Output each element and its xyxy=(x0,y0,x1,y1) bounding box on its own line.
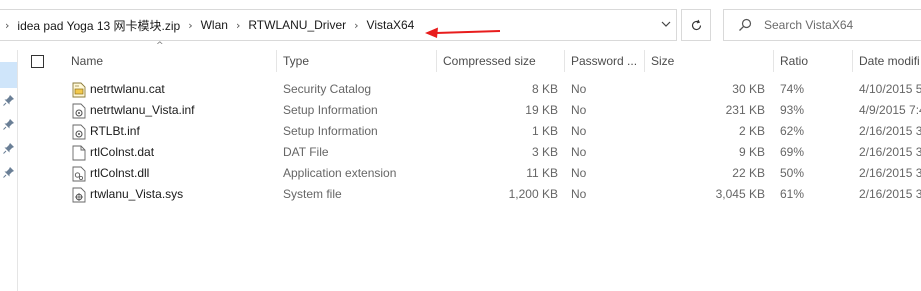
file-type: Setup Information xyxy=(283,103,378,117)
file-ratio: 50% xyxy=(780,166,805,180)
file-ratio: 62% xyxy=(780,124,805,138)
file-size: 2 KB xyxy=(738,124,765,138)
file-compressed-size: 1 KB xyxy=(531,124,558,138)
refresh-button[interactable] xyxy=(681,9,711,41)
file-date-modified: 4/9/2015 7:4 xyxy=(859,103,921,117)
file-type: Application extension xyxy=(283,166,397,180)
pin-icon[interactable] xyxy=(3,118,15,130)
column-header-type[interactable]: Type xyxy=(277,50,437,72)
chevron-right-icon[interactable]: › xyxy=(354,19,358,32)
file-name: netrtwlanu_Vista.inf xyxy=(90,103,195,117)
file-compressed-size: 3 KB xyxy=(531,145,558,159)
file-name: rtlColnst.dat xyxy=(90,145,155,159)
file-date-modified: 2/16/2015 3 xyxy=(859,187,921,201)
file-compressed-size: 19 KB xyxy=(525,103,558,117)
chevron-right-icon[interactable]: › xyxy=(236,19,240,32)
pin-icon[interactable] xyxy=(3,142,15,154)
file-password: No xyxy=(571,145,587,159)
file-name: netrtwlanu.cat xyxy=(90,82,165,96)
file-date-modified: 2/16/2015 3 xyxy=(859,166,921,180)
nav-selected-item[interactable] xyxy=(0,62,17,88)
file-ratio: 61% xyxy=(780,187,805,201)
file-ratio: 74% xyxy=(780,82,805,96)
file-ratio: 69% xyxy=(780,145,805,159)
file-date-modified: 2/16/2015 3 xyxy=(859,145,921,159)
file-row-rtlcolnst-dll[interactable]: rtlColnst.dll Application extension 11 K… xyxy=(18,163,921,184)
file-size: 22 KB xyxy=(732,166,765,180)
file-compressed-size: 8 KB xyxy=(531,82,558,96)
column-header-row: Name Type Compressed size Password ... S… xyxy=(18,50,921,72)
setup-information-icon xyxy=(72,103,86,119)
file-name: RTLBt.inf xyxy=(90,124,140,138)
file-size: 231 KB xyxy=(725,103,765,117)
refresh-icon xyxy=(691,19,701,30)
pin-icon[interactable] xyxy=(3,94,15,106)
breadcrumb-item-wlan[interactable]: Wlan xyxy=(201,18,228,32)
system-file-icon xyxy=(72,187,86,203)
file-icon xyxy=(72,145,86,161)
address-history-dropdown[interactable] xyxy=(655,9,677,39)
file-size: 30 KB xyxy=(732,82,765,96)
chevron-down-icon xyxy=(661,21,671,27)
file-compressed-size: 1,200 KB xyxy=(508,187,558,201)
column-header-date-modified[interactable]: Date modifi xyxy=(853,50,921,72)
file-size: 9 KB xyxy=(738,145,765,159)
file-size: 3,045 KB xyxy=(715,187,765,201)
file-row-netrtwlanu-cat[interactable]: netrtwlanu.cat Security Catalog 8 KB No … xyxy=(18,79,921,100)
breadcrumb-item-vistax64[interactable]: VistaX64 xyxy=(367,18,415,32)
setup-information-icon xyxy=(72,124,86,140)
file-type: Security Catalog xyxy=(283,82,372,96)
column-header-compressed-size[interactable]: Compressed size xyxy=(437,50,565,72)
file-row-rtlcolnst-dat[interactable]: rtlColnst.dat DAT File 3 KB No 9 KB 69% … xyxy=(18,142,921,163)
file-ratio: 93% xyxy=(780,103,805,117)
file-name: rtlColnst.dll xyxy=(90,166,150,180)
annotation-arrow-icon xyxy=(425,27,501,38)
file-row-rtwlanu-vista-sys[interactable]: rtwlanu_Vista.sys System file 1,200 KB N… xyxy=(18,184,921,205)
column-header-size[interactable]: Size xyxy=(645,50,774,72)
file-list: netrtwlanu.cat Security Catalog 8 KB No … xyxy=(18,79,921,205)
breadcrumb-item-zip[interactable]: idea pad Yoga 13 网卡模块.zip xyxy=(17,17,180,34)
file-type: DAT File xyxy=(283,145,329,159)
file-compressed-size: 11 KB xyxy=(526,166,558,180)
column-header-password[interactable]: Password ... xyxy=(565,50,645,72)
pin-icon[interactable] xyxy=(3,166,15,178)
column-header-ratio[interactable]: Ratio xyxy=(774,50,853,72)
file-name: rtwlanu_Vista.sys xyxy=(90,187,184,201)
dll-icon xyxy=(72,166,86,182)
file-type: Setup Information xyxy=(283,124,378,138)
file-password: No xyxy=(571,82,587,96)
breadcrumb-item-rtwlanu-driver[interactable]: RTWLANU_Driver xyxy=(248,18,346,32)
security-catalog-icon xyxy=(72,82,86,98)
address-bar[interactable]: › idea pad Yoga 13 网卡模块.zip › Wlan › RTW… xyxy=(0,9,677,41)
chevron-right-icon[interactable]: › xyxy=(188,19,192,32)
file-password: No xyxy=(571,103,587,117)
navigation-pane[interactable] xyxy=(0,50,18,291)
file-date-modified: 4/10/2015 5 xyxy=(859,82,921,96)
file-password: No xyxy=(571,166,587,180)
file-row-rtlbt-inf[interactable]: RTLBt.inf Setup Information 1 KB No 2 KB… xyxy=(18,121,921,142)
search-input[interactable] xyxy=(764,16,921,34)
chevron-right-icon[interactable]: › xyxy=(5,19,9,32)
file-password: No xyxy=(571,124,587,138)
search-icon xyxy=(739,18,752,31)
file-row-netrtwlanu-vista-inf[interactable]: netrtwlanu_Vista.inf Setup Information 1… xyxy=(18,100,921,121)
file-password: No xyxy=(571,187,587,201)
file-date-modified: 2/16/2015 3 xyxy=(859,124,921,138)
file-type: System file xyxy=(283,187,342,201)
column-header-name[interactable]: Name xyxy=(65,50,277,72)
breadcrumb: › idea pad Yoga 13 网卡模块.zip › Wlan › RTW… xyxy=(5,10,414,40)
search-box[interactable] xyxy=(723,9,921,41)
